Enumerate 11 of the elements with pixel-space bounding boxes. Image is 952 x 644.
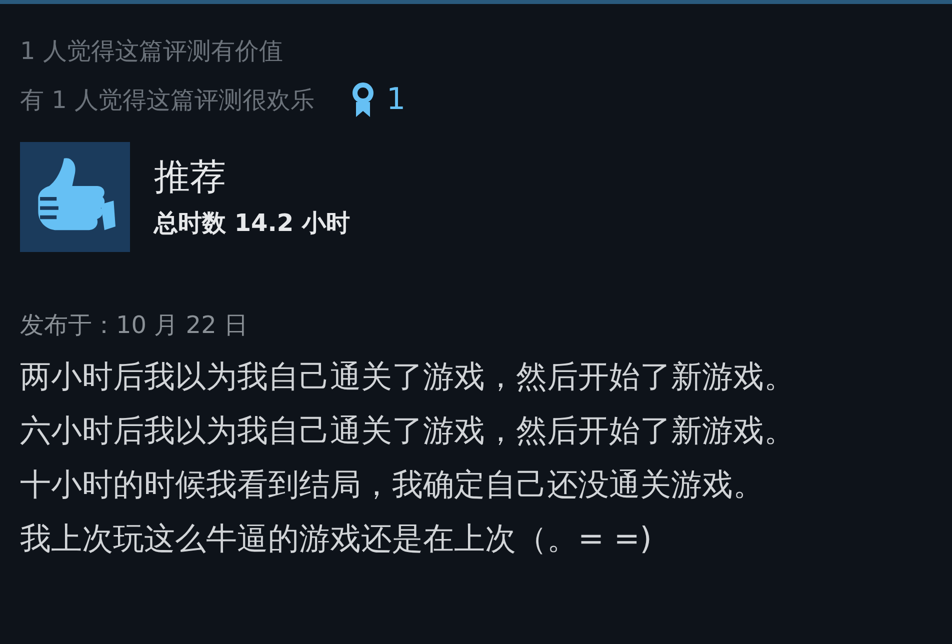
review-line: 两小时后我以为我自己通关了游戏，然后开始了新游戏。 (20, 358, 796, 397)
playtime-text: 总时数 14.2 小时 (154, 208, 350, 239)
award-ribbon-icon (350, 82, 375, 118)
review-line: 我上次玩这么牛逼的游戏还是在上次（。= =) (20, 520, 653, 559)
posted-date: 发布于：10 月 22 日 (20, 310, 249, 341)
helpful-count-text: 1 人觉得这篇评测有价值 (20, 36, 284, 67)
award-count: 1 (386, 83, 406, 117)
review-line: 六小时后我以为我自己通关了游戏，然后开始了新游戏。 (20, 412, 796, 451)
verdict-title: 推荐 (154, 156, 227, 200)
funny-count-text: 有 1 人觉得这篇评测很欢乐 (20, 85, 315, 116)
review-line: 十小时的时候我看到结局，我确定自己还没通关游戏。 (20, 466, 765, 505)
